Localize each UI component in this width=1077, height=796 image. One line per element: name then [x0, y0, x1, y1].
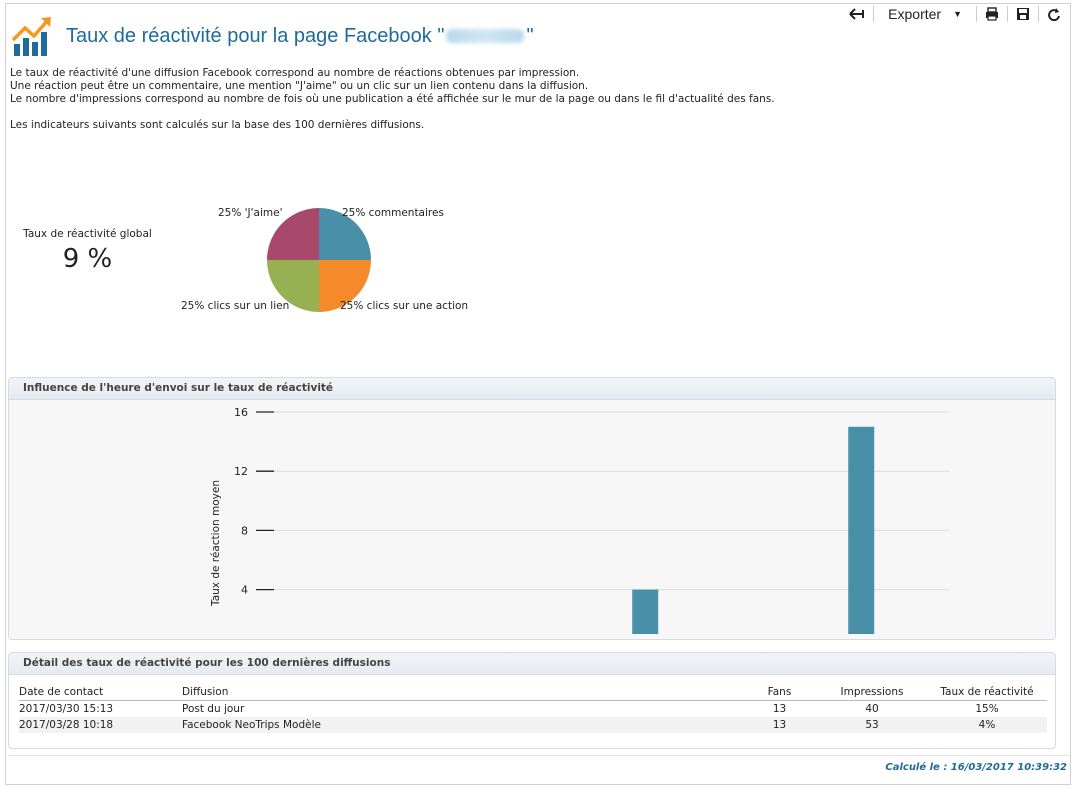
y-tick-label: 4	[241, 584, 248, 597]
floppy-disk-icon[interactable]	[1008, 4, 1038, 24]
column-header[interactable]: Diffusion	[182, 684, 742, 701]
export-menu-button[interactable]: Exporter ▼	[874, 4, 976, 24]
title-suffix: "	[526, 24, 534, 47]
pie-label-likes: 25% 'J'aime'	[218, 207, 283, 219]
toolbar: Exporter ▼	[841, 4, 1069, 24]
footer-divider	[8, 755, 1069, 756]
cell-rate: 4%	[927, 717, 1047, 733]
table-row[interactable]: 2017/03/30 15:13 Post du jour 13 40 15%	[19, 701, 1047, 718]
global-rate-label: Taux de réactivité global	[23, 228, 152, 240]
redacted-page-name	[446, 29, 525, 44]
cell-diffusion: Facebook NeoTrips Modèle	[182, 717, 742, 733]
y-tick-label: 16	[234, 406, 248, 419]
send-time-bar-chart: 4 8 12 16 Taux de réaction moyen	[210, 406, 949, 634]
global-rate-value: 9 %	[62, 244, 113, 274]
refresh-icon[interactable]	[1039, 4, 1069, 24]
column-header[interactable]: Date de contact	[19, 684, 182, 701]
bar	[848, 426, 875, 634]
y-axis-label: Taux de réaction moyen	[210, 480, 222, 607]
detail-panel: Détail des taux de réactivité pour les 1…	[8, 652, 1056, 749]
y-tick-label: 8	[241, 524, 248, 537]
cell-impressions: 40	[865, 703, 879, 715]
detail-table: Date de contact Diffusion Fans Impressio…	[19, 684, 1047, 733]
export-label: Exporter	[888, 6, 942, 22]
computed-timestamp: Calculé le : 16/03/2017 10:39:32	[885, 762, 1067, 773]
caret-down-icon: ▼	[953, 9, 962, 19]
pie-label-action-clicks: 25% clics sur une action	[340, 300, 469, 312]
table-row[interactable]: 2017/03/28 10:18 Facebook NeoTrips Modèl…	[19, 717, 1047, 733]
title-prefix: Taux de réactivité pour la page Facebook…	[66, 24, 445, 47]
cell-fans: 13	[772, 703, 787, 715]
cell-rate: 15%	[975, 703, 999, 715]
send-time-panel: Influence de l'heure d'envoi sur le taux…	[8, 377, 1056, 640]
printer-icon[interactable]	[977, 4, 1007, 24]
page-title: Taux de réactivité pour la page Facebook…	[66, 25, 534, 48]
description-line: Le taux de réactivité d'une diffusion Fa…	[10, 67, 580, 79]
description: Le taux de réactivité d'une diffusion Fa…	[10, 67, 775, 132]
description-line: Les indicateurs suivants sont calculés s…	[10, 119, 425, 131]
cell-date: 2017/03/30 15:13	[19, 703, 114, 715]
page-header: Taux de réactivité pour la page Facebook…	[10, 14, 534, 58]
cell-diffusion: Post du jour	[182, 703, 245, 715]
panel-title: Influence de l'heure d'envoi sur le taux…	[9, 378, 1055, 400]
column-header[interactable]: Fans	[742, 684, 817, 701]
cell-fans: 13	[742, 717, 817, 733]
column-header[interactable]: Impressions	[817, 684, 927, 701]
pie-label-comments: 25% commentaires	[342, 207, 444, 219]
column-header[interactable]: Taux de réactivité	[927, 684, 1047, 701]
back-arrow-icon[interactable]	[841, 4, 873, 24]
global-rate: Taux de réactivité global 9 %	[10, 228, 165, 274]
y-tick-label: 12	[234, 465, 248, 478]
description-line: Une réaction peut être un commentaire, u…	[10, 80, 589, 92]
chart-trend-icon	[10, 14, 54, 58]
table-header-row: Date de contact Diffusion Fans Impressio…	[19, 684, 1047, 701]
pie-label-link-clicks: 25% clics sur un lien	[181, 300, 290, 312]
description-line: Le nombre d'impressions correspond au no…	[10, 93, 775, 105]
cell-impressions: 53	[817, 717, 927, 733]
cell-date: 2017/03/28 10:18	[19, 717, 182, 733]
bar	[632, 589, 659, 634]
panel-title: Détail des taux de réactivité pour les 1…	[9, 653, 1055, 675]
